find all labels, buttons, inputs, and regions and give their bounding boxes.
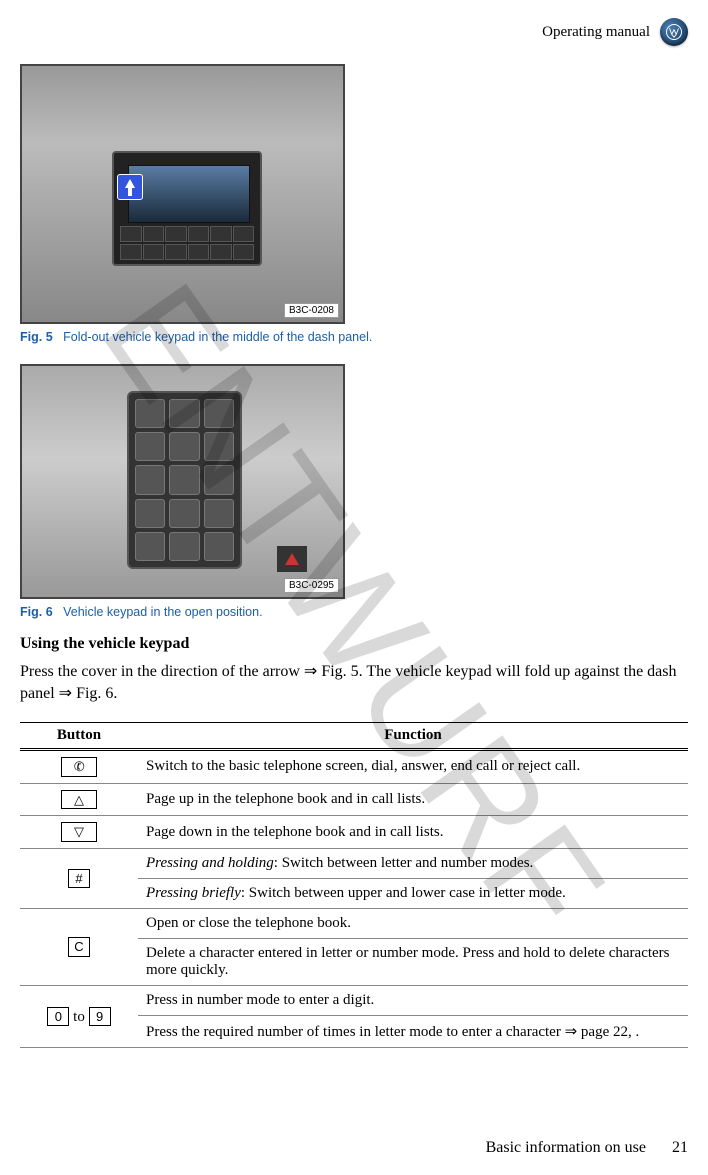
fn-text: Press the required number of times in le… xyxy=(138,1015,688,1047)
footer-page-number: 21 xyxy=(672,1139,688,1156)
table-row: C Open or close the telephone book. xyxy=(20,908,688,938)
table-row: △ Page up in the telephone book and in c… xyxy=(20,783,688,816)
figure-5-code: B3C-0208 xyxy=(284,303,339,318)
fn-text: Pressing and holding: Switch between let… xyxy=(138,848,688,878)
section-title: Using the vehicle keypad xyxy=(20,635,688,653)
keypad-icon xyxy=(127,391,242,569)
table-row: ▽ Page down in the telephone book and in… xyxy=(20,816,688,849)
figure-5: B3C-0208 Fig. 5 Fold-out vehicle keypad … xyxy=(20,64,688,344)
fn-text: Switch to the basic telephone screen, di… xyxy=(138,750,688,784)
table-row: ✆ Switch to the basic telephone screen, … xyxy=(20,750,688,784)
vw-logo-icon xyxy=(660,18,688,46)
key-up: △ xyxy=(20,783,138,816)
key-down: ▽ xyxy=(20,816,138,849)
page-header: Operating manual xyxy=(20,0,688,54)
section-body: Press the cover in the direction of the … xyxy=(20,661,688,704)
key-hash: # xyxy=(20,848,138,908)
th-button: Button xyxy=(20,723,138,750)
figure-5-label: Fig. 5 xyxy=(20,330,53,344)
fn-text: Open or close the telephone book. xyxy=(138,908,688,938)
fn-text: Page up in the telephone book and in cal… xyxy=(138,783,688,816)
figure-6-caption-text: Vehicle keypad in the open position. xyxy=(63,605,262,619)
figure-5-caption: Fig. 5 Fold-out vehicle keypad in the mi… xyxy=(20,330,688,344)
figure-6-code: B3C-0295 xyxy=(284,578,339,593)
figure-5-caption-text: Fold-out vehicle keypad in the middle of… xyxy=(63,330,372,344)
button-function-table: Button Function ✆ Switch to the basic te… xyxy=(20,722,688,1048)
key-digits: 0 to 9 xyxy=(20,985,138,1047)
arrow-indicator-icon xyxy=(117,174,143,200)
key-c: C xyxy=(20,908,138,985)
figure-5-image: B3C-0208 xyxy=(20,64,345,324)
page-footer: Basic information on use 21 xyxy=(486,1139,688,1157)
figure-6-image: B3C-0295 xyxy=(20,364,345,599)
figure-6-caption: Fig. 6 Vehicle keypad in the open positi… xyxy=(20,605,688,619)
figure-6-label: Fig. 6 xyxy=(20,605,53,619)
fn-text: Page down in the telephone book and in c… xyxy=(138,816,688,849)
fn-text: Pressing briefly: Switch between upper a… xyxy=(138,878,688,908)
fn-text: Press in number mode to enter a digit. xyxy=(138,985,688,1015)
fn-text: Delete a character entered in letter or … xyxy=(138,938,688,985)
th-function: Function xyxy=(138,723,688,750)
header-title: Operating manual xyxy=(542,24,650,41)
figure-6: B3C-0295 Fig. 6 Vehicle keypad in the op… xyxy=(20,364,688,619)
table-row: 0 to 9 Press in number mode to enter a d… xyxy=(20,985,688,1015)
key-phone: ✆ xyxy=(20,750,138,784)
table-row: # Pressing and holding: Switch between l… xyxy=(20,848,688,878)
footer-section: Basic information on use xyxy=(486,1139,646,1156)
